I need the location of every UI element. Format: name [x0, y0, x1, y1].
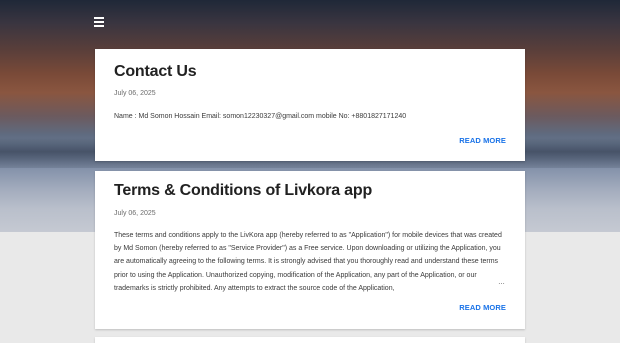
post-card-contact-us: Contact Us July 06, 2025 Name : Md Somon…	[95, 49, 525, 161]
post-card-partial	[95, 337, 525, 343]
menu-icon-bar	[94, 21, 104, 23]
post-snippet: These terms and conditions apply to the …	[114, 232, 502, 292]
post-title[interactable]: Contact Us	[114, 63, 197, 81]
read-more-link[interactable]: READ MORE	[459, 136, 506, 145]
post-date[interactable]: July 06, 2025	[114, 90, 156, 97]
post-title[interactable]: Terms & Conditions of Livkora app	[114, 182, 372, 200]
post-snippet: Name : Md Somon Hossain Email: somon1223…	[114, 113, 407, 120]
menu-icon-bar	[94, 17, 104, 19]
post-card-terms-conditions: Terms & Conditions of Livkora app July 0…	[95, 171, 525, 329]
post-date[interactable]: July 06, 2025	[114, 210, 156, 217]
hamburger-menu-icon[interactable]	[94, 16, 105, 28]
read-more-link[interactable]: READ MORE	[459, 303, 506, 312]
snippet-ellipsis: …	[498, 279, 505, 286]
menu-icon-bar	[94, 25, 104, 27]
